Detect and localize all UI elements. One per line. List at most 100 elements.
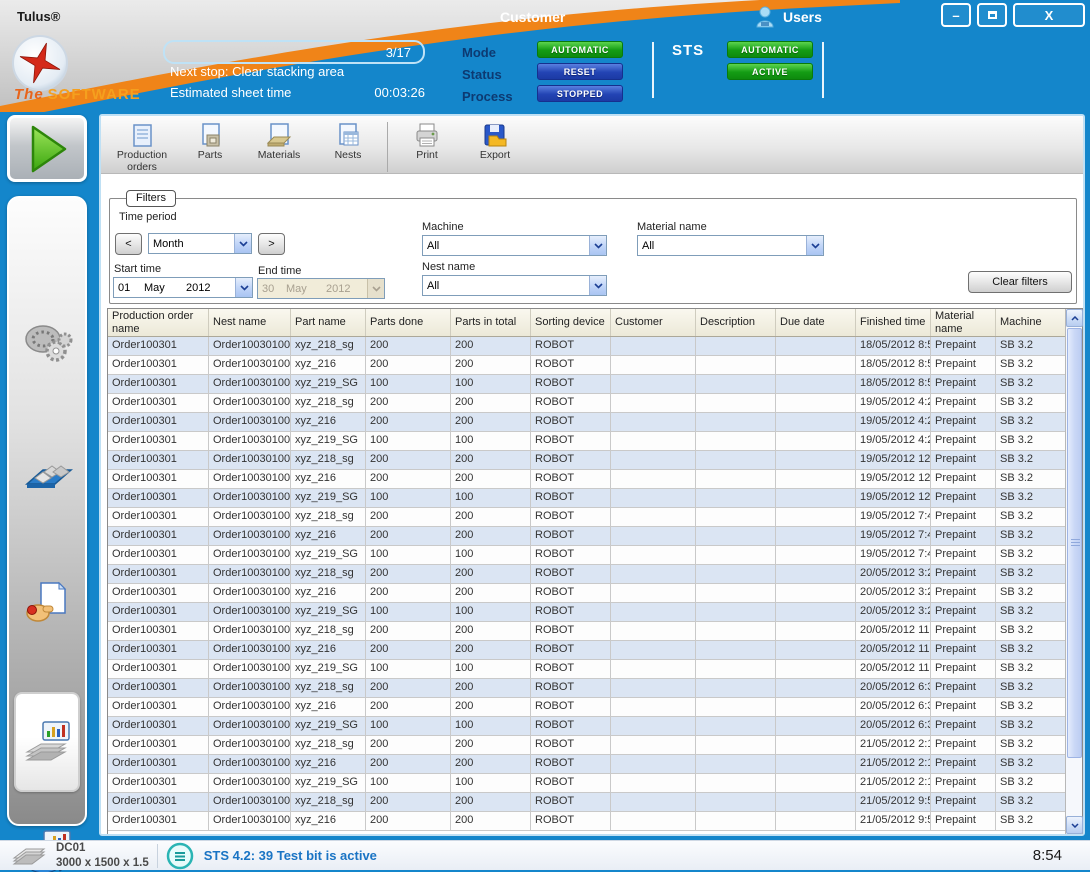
device-name: DC01 [56,841,149,855]
previous-period-button[interactable]: < [115,233,142,255]
table-row[interactable]: Order100301Order100301001xyz_216200200RO… [108,755,1082,774]
sidebar-item-machine-table[interactable] [9,442,85,512]
table-row[interactable]: Order100301Order100301001xyz_218_sg20020… [108,679,1082,698]
sidebar-item-reports[interactable] [14,692,80,792]
table-cell: Order100301001 [209,584,291,603]
table-cell [696,603,776,622]
table-row[interactable]: Order100301Order100301001xyz_216200200RO… [108,356,1082,375]
table-cell: 100 [451,489,531,508]
table-cell: xyz_218_sg [291,736,366,755]
toolbar-parts-button[interactable]: Parts [177,120,243,172]
table-row[interactable]: Order100301Order100301001xyz_216200200RO… [108,413,1082,432]
table-cell: 200 [366,812,451,831]
toolbar-export-button[interactable]: Export [460,120,530,172]
users-button[interactable]: Users [755,6,822,28]
column-header[interactable]: Sorting device [531,309,611,336]
machine-filter-value: All [427,240,439,252]
table-row[interactable]: Order100301Order100301001xyz_219_SG10010… [108,603,1082,622]
table-cell: xyz_216 [291,527,366,546]
table-row[interactable]: Order100301Order100301001xyz_216200200RO… [108,698,1082,717]
column-header[interactable]: Production order name [108,309,209,336]
toolbar-divider [387,122,388,172]
table-row[interactable]: Order100301Order100301001xyz_216200200RO… [108,527,1082,546]
table-row[interactable]: Order100301Order100301001xyz_216200200RO… [108,641,1082,660]
next-period-button[interactable]: > [258,233,285,255]
table-row[interactable]: Order100301Order100301001xyz_218_sg20020… [108,793,1082,812]
column-header[interactable]: Material name [931,309,996,336]
table-row[interactable]: Order100301Order100301001xyz_218_sg20020… [108,508,1082,527]
table-row[interactable]: Order100301Order100301001xyz_219_SG10010… [108,432,1082,451]
sts-mode-badge[interactable]: AUTOMATIC [727,41,813,58]
column-header[interactable]: Parts in total [451,309,531,336]
table-cell [696,584,776,603]
table-cell: ROBOT [531,793,611,812]
table-row[interactable]: Order100301Order100301001xyz_219_SG10010… [108,660,1082,679]
vertical-scrollbar[interactable] [1065,309,1082,834]
column-header[interactable]: Due date [776,309,856,336]
sts-state-badge[interactable]: ACTIVE [727,63,813,80]
process-status-badge[interactable]: STOPPED [537,85,623,102]
column-header[interactable]: Nest name [209,309,291,336]
column-header[interactable]: Finished time [856,309,931,336]
table-row[interactable]: Order100301Order100301001xyz_219_SG10010… [108,375,1082,394]
main-panel: Production orders Parts Materials Nests [99,114,1085,836]
table-row[interactable]: Order100301Order100301001xyz_218_sg20020… [108,394,1082,413]
table-cell: Order100301 [108,641,209,660]
table-row[interactable]: Order100301Order100301001xyz_216200200RO… [108,812,1082,831]
scrollbar-thumb[interactable] [1067,328,1082,758]
table-row[interactable]: Order100301Order100301001xyz_219_SG10010… [108,489,1082,508]
status-status-badge[interactable]: RESET [537,63,623,80]
table-row[interactable]: Order100301Order100301001xyz_219_SG10010… [108,546,1082,565]
table-cell [611,413,696,432]
toolbar-nests-button[interactable]: Nests [315,120,381,172]
machine-combobox[interactable]: All [422,235,607,256]
column-header[interactable]: Customer [611,309,696,336]
table-cell: Order100301 [108,622,209,641]
table-cell: 21/05/2012 9:55 [856,812,931,831]
table-cell: 200 [366,527,451,546]
table-cell [776,698,856,717]
clear-filters-button[interactable]: Clear filters [968,271,1072,293]
sidebar-item-manual-sorting[interactable] [9,568,85,638]
period-combobox[interactable]: Month [148,233,252,254]
table-row[interactable]: Order100301Order100301001xyz_219_SG10010… [108,774,1082,793]
table-cell: 100 [451,774,531,793]
maximize-button[interactable] [977,3,1007,27]
start-button[interactable] [7,115,87,182]
start-month: May [144,282,186,294]
table-cell [776,603,856,622]
table-cell [776,641,856,660]
table-row[interactable]: Order100301Order100301001xyz_216200200RO… [108,584,1082,603]
column-header[interactable]: Description [696,309,776,336]
toolbar-label: Materials [258,150,301,162]
table-row[interactable]: Order100301Order100301001xyz_218_sg20020… [108,565,1082,584]
column-header[interactable]: Machine [996,309,1066,336]
end-month: May [286,283,326,295]
nest-name-combobox[interactable]: All [422,275,607,296]
close-button[interactable]: X [1013,3,1085,27]
minimize-button[interactable]: – [941,3,971,27]
column-header[interactable]: Part name [291,309,366,336]
table-row[interactable]: Order100301Order100301001xyz_218_sg20020… [108,337,1082,356]
sidebar-item-tools[interactable] [9,308,85,378]
table-row[interactable]: Order100301Order100301001xyz_216200200RO… [108,470,1082,489]
table-row[interactable]: Order100301Order100301001xyz_219_SG10010… [108,717,1082,736]
start-time-combobox[interactable]: 01 May 2012 [113,277,253,298]
toolbar-print-button[interactable]: Print [394,120,460,172]
table-row[interactable]: Order100301Order100301001xyz_218_sg20020… [108,736,1082,755]
column-header[interactable]: Parts done [366,309,451,336]
scroll-up-button[interactable] [1066,309,1083,327]
material-name-combobox[interactable]: All [637,235,824,256]
mode-status-badge[interactable]: AUTOMATIC [537,41,623,58]
table-row[interactable]: Order100301Order100301001xyz_218_sg20020… [108,451,1082,470]
scroll-down-button[interactable] [1066,816,1083,834]
toolbar-production-orders-button[interactable]: Production orders [107,120,177,172]
table-cell: xyz_216 [291,812,366,831]
toolbar-materials-button[interactable]: Materials [243,120,315,172]
table-cell: SB 3.2 [996,641,1066,660]
table-cell [696,432,776,451]
table-cell: xyz_218_sg [291,622,366,641]
table-cell: 200 [366,565,451,584]
table-row[interactable]: Order100301Order100301001xyz_218_sg20020… [108,622,1082,641]
table-cell: ROBOT [531,565,611,584]
